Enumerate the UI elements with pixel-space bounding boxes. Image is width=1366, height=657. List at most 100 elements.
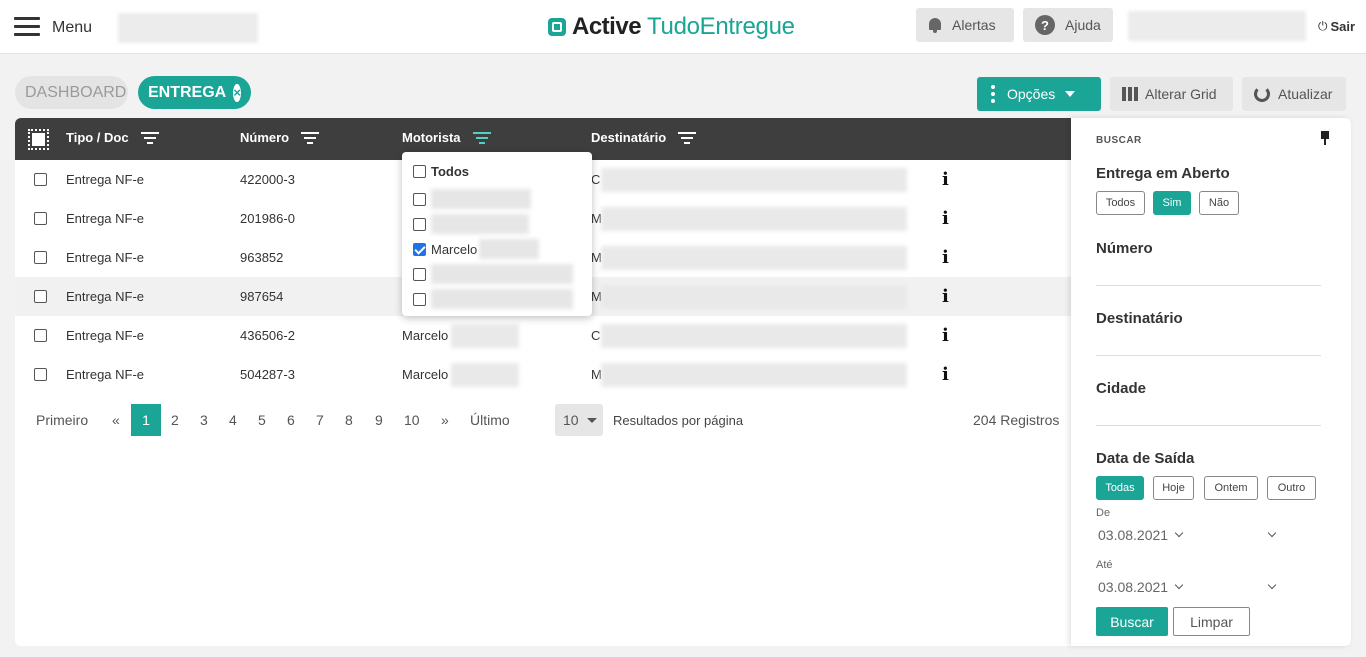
destinatario-filter-input[interactable] — [1096, 355, 1321, 356]
column-numero[interactable]: Número — [240, 130, 320, 145]
numero-filter-input[interactable] — [1096, 285, 1321, 286]
info-icon[interactable]: i — [942, 286, 949, 307]
chevron-down-icon[interactable] — [1267, 580, 1277, 590]
atualizar-button[interactable]: Atualizar — [1242, 77, 1346, 111]
pagination-last[interactable]: Último — [470, 412, 510, 428]
info-icon[interactable]: i — [942, 169, 949, 190]
blurred-destinatario — [601, 246, 907, 270]
buscar-button[interactable]: Buscar — [1096, 607, 1168, 636]
de-date-picker[interactable]: 03.08.2021 — [1098, 527, 1184, 543]
row-checkbox[interactable] — [34, 329, 47, 342]
filter-option[interactable] — [413, 289, 573, 309]
cell-tipo: Entrega NF-e — [66, 328, 145, 343]
row-checkbox[interactable] — [34, 173, 47, 186]
data-option-todas[interactable]: Todas — [1096, 476, 1144, 500]
select-all-checkbox[interactable] — [28, 129, 49, 150]
alterar-grid-button[interactable]: Alterar Grid — [1110, 77, 1233, 111]
filter-option-todos[interactable]: Todos — [413, 164, 469, 179]
aberto-option-todos[interactable]: Todos — [1096, 191, 1145, 215]
data-saida-title: Data de Saída — [1096, 450, 1195, 467]
filter-option[interactable] — [413, 264, 573, 284]
opcoes-button[interactable]: Opções — [977, 77, 1101, 111]
aberto-option-sim[interactable]: Sim — [1153, 191, 1191, 215]
filter-option[interactable] — [413, 214, 529, 234]
sair-label: Sair — [1330, 19, 1356, 34]
entrega-aberto-title: Entrega em Aberto — [1096, 165, 1230, 182]
filter-option-selected[interactable]: Marcelo — [413, 239, 540, 259]
opcoes-label: Opções — [1007, 86, 1056, 102]
filter-icon[interactable] — [140, 131, 159, 144]
row-checkbox[interactable] — [34, 251, 47, 264]
cidade-filter-input[interactable] — [1096, 425, 1321, 426]
data-option-ontem[interactable]: Ontem — [1204, 476, 1258, 500]
pagination-page[interactable]: 2 — [171, 412, 179, 428]
limpar-button[interactable]: Limpar — [1173, 607, 1250, 636]
option-checkbox[interactable] — [413, 267, 426, 281]
filter-icon[interactable] — [678, 131, 697, 144]
cell-tipo: Entrega NF-e — [66, 250, 145, 265]
pagination-page[interactable]: 8 — [345, 412, 353, 428]
aberto-option-nao[interactable]: Não — [1199, 191, 1239, 215]
pagination-next[interactable]: » — [441, 412, 449, 428]
cell-motorista: Marcelo — [402, 328, 449, 343]
info-icon[interactable]: i — [942, 247, 949, 268]
pagination-prev[interactable]: « — [112, 412, 120, 428]
pagination-page-active[interactable]: 1 — [131, 404, 161, 436]
pagination-page[interactable]: 6 — [287, 412, 295, 428]
checked-checkbox-icon[interactable] — [413, 242, 426, 256]
pagination-page[interactable]: 3 — [200, 412, 208, 428]
chevron-down-icon[interactable] — [1267, 528, 1277, 538]
filter-icon[interactable] — [301, 131, 320, 144]
option-checkbox[interactable] — [413, 217, 426, 231]
pagination-page[interactable]: 4 — [229, 412, 237, 428]
option-checkbox[interactable] — [413, 165, 426, 178]
pin-icon[interactable] — [1320, 131, 1330, 145]
tab-dashboard[interactable]: DASHBOARD — [15, 76, 128, 109]
menu-label[interactable]: Menu — [52, 19, 92, 37]
column-tipo-doc[interactable]: Tipo / Doc — [66, 130, 159, 145]
cell-tipo: Entrega NF-e — [66, 289, 145, 304]
pagination-first[interactable]: Primeiro — [36, 412, 88, 428]
destinatario-filter-title: Destinatário — [1096, 310, 1183, 327]
ate-date-picker[interactable]: 03.08.2021 — [1098, 579, 1184, 595]
row-checkbox[interactable] — [34, 290, 47, 303]
filter-option[interactable] — [413, 189, 531, 209]
top-bar: Menu Active TudoEntregue Alertas ? Ajuda… — [0, 0, 1366, 54]
info-icon[interactable]: i — [942, 325, 949, 346]
ajuda-button[interactable]: ? Ajuda — [1023, 8, 1113, 42]
info-icon[interactable]: i — [942, 364, 949, 385]
filter-option-selected-label: Marcelo — [431, 241, 478, 257]
close-tab-icon[interactable]: × — [233, 83, 241, 102]
row-checkbox[interactable] — [34, 212, 47, 225]
row-checkbox[interactable] — [34, 368, 47, 381]
caret-down-icon — [1065, 91, 1076, 97]
ate-date-value: 03.08.2021 — [1098, 579, 1169, 595]
cell-numero: 963852 — [240, 250, 284, 265]
hamburger-menu-icon[interactable] — [14, 17, 40, 37]
option-checkbox[interactable] — [413, 192, 426, 206]
column-destinatario-label: Destinatário — [591, 130, 667, 145]
blurred-destinatario — [601, 285, 907, 309]
ate-label: Até — [1096, 559, 1113, 571]
cell-numero: 987654 — [240, 289, 284, 304]
results-per-page-label: Resultados por página — [613, 413, 744, 428]
info-icon[interactable]: i — [942, 208, 949, 229]
filter-active-icon[interactable] — [472, 131, 491, 144]
brand-logo: Active TudoEntregue — [548, 12, 795, 42]
pagination-page[interactable]: 7 — [316, 412, 324, 428]
tab-entrega[interactable]: ENTREGA × — [138, 76, 251, 109]
data-option-hoje[interactable]: Hoje — [1153, 476, 1194, 500]
option-checkbox[interactable] — [413, 292, 426, 306]
sair-button[interactable]: ⏻ Sair — [1318, 19, 1355, 34]
per-page-select[interactable]: 10 — [555, 404, 603, 436]
table-row[interactable]: Entrega NF-e 436506-2 Marcelo C i — [15, 316, 1071, 355]
cell-numero: 504287-3 — [240, 367, 295, 382]
pagination-page[interactable]: 10 — [404, 412, 420, 428]
column-destinatario[interactable]: Destinatário — [591, 130, 697, 145]
data-option-outro[interactable]: Outro — [1267, 476, 1316, 500]
pagination-page[interactable]: 9 — [375, 412, 383, 428]
alertas-button[interactable]: Alertas — [916, 8, 1014, 42]
column-motorista[interactable]: Motorista — [402, 130, 491, 145]
pagination-page[interactable]: 5 — [258, 412, 266, 428]
table-row[interactable]: Entrega NF-e 504287-3 Marcelo M i — [15, 355, 1071, 394]
